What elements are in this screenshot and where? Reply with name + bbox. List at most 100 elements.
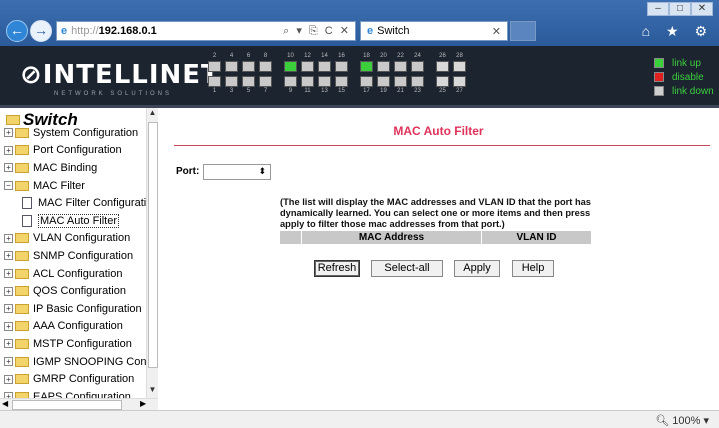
title-divider bbox=[174, 145, 710, 146]
expand-icon[interactable]: + bbox=[4, 233, 13, 243]
port-icon[interactable] bbox=[259, 61, 272, 72]
port-icon[interactable] bbox=[394, 61, 407, 72]
intellinet-logo: ⊘INTELLINET bbox=[20, 60, 220, 90]
new-tab-button[interactable] bbox=[510, 21, 536, 41]
expand-icon[interactable]: + bbox=[4, 163, 13, 173]
scroll-right-icon[interactable]: ▶ bbox=[140, 399, 146, 408]
port-icon[interactable] bbox=[242, 76, 255, 87]
port-icon[interactable] bbox=[360, 76, 373, 87]
scroll-down-icon[interactable]: ▼ bbox=[147, 385, 158, 398]
expand-icon[interactable]: + bbox=[4, 357, 13, 367]
port-icon[interactable] bbox=[394, 76, 407, 87]
tree-item[interactable]: + MSTP Configuration bbox=[4, 335, 157, 353]
port-icon[interactable] bbox=[335, 76, 348, 87]
tree-item[interactable]: + IGMP SNOOPING Config bbox=[4, 353, 157, 371]
port-icon[interactable] bbox=[318, 76, 331, 87]
tree-item[interactable]: + AAA Configuration bbox=[4, 318, 157, 336]
tree-item[interactable]: + QOS Configuration bbox=[4, 282, 157, 300]
address-tools[interactable]: ⌕ ▾ ⎘ C ✕ bbox=[283, 24, 351, 38]
tree-item[interactable]: MAC Filter Configuratio bbox=[4, 194, 157, 212]
tree-item[interactable]: + Port Configuration bbox=[4, 142, 157, 160]
ie-icon: e bbox=[61, 25, 68, 37]
forward-button[interactable]: → bbox=[30, 20, 52, 42]
port-number: 10 bbox=[287, 53, 294, 59]
back-button[interactable]: ← bbox=[6, 20, 28, 42]
tree-item[interactable]: + ACL Configuration bbox=[4, 265, 157, 283]
refresh-button[interactable]: Refresh bbox=[314, 260, 360, 277]
tree-horizontal-scrollbar[interactable]: ◀ ▶ bbox=[0, 398, 158, 410]
collapse-icon[interactable]: − bbox=[4, 181, 13, 191]
scroll-up-icon[interactable]: ▲ bbox=[147, 108, 158, 121]
port-icon[interactable] bbox=[242, 61, 255, 72]
select-all-button[interactable]: Select-all bbox=[371, 260, 443, 277]
scroll-left-icon[interactable]: ◀ bbox=[2, 399, 8, 408]
zoom-control[interactable]: 🔍︎ 100% ▾ bbox=[655, 414, 709, 427]
expand-icon[interactable]: + bbox=[4, 374, 13, 384]
tree-vertical-scrollbar[interactable]: ▲ ▼ bbox=[146, 108, 158, 398]
tree-item[interactable]: MAC Auto Filter bbox=[4, 212, 157, 230]
tree-item[interactable]: + SNMP Configuration bbox=[4, 247, 157, 265]
port-icon[interactable] bbox=[360, 61, 373, 72]
vlan-id-header: VLAN ID bbox=[516, 232, 557, 243]
folder-icon bbox=[15, 233, 29, 244]
port-icon[interactable] bbox=[335, 61, 348, 72]
port-number: 6 bbox=[246, 53, 251, 59]
port-number: 26 bbox=[439, 53, 446, 59]
expand-icon[interactable]: + bbox=[4, 251, 13, 261]
apply-button[interactable]: Apply bbox=[454, 260, 500, 277]
tree-item[interactable]: + IP Basic Configuration bbox=[4, 300, 157, 318]
port-label: Port: bbox=[176, 166, 200, 177]
port-icon[interactable] bbox=[377, 76, 390, 87]
expand-icon[interactable]: + bbox=[4, 304, 13, 314]
tree-item[interactable]: + System Configuration bbox=[4, 124, 157, 142]
expand-icon[interactable]: + bbox=[4, 145, 13, 155]
port-icon[interactable] bbox=[301, 61, 314, 72]
tree-item-label: Port Configuration bbox=[33, 144, 122, 157]
maximize-button[interactable]: □ bbox=[669, 2, 691, 16]
port-icon[interactable] bbox=[318, 61, 331, 72]
port-number: 12 bbox=[304, 53, 311, 59]
address-bar[interactable]: e http:// 192.168.0.1 ⌕ ▾ ⎘ C ✕ bbox=[56, 21, 356, 41]
port-icon[interactable] bbox=[453, 76, 466, 87]
port-icon[interactable] bbox=[411, 61, 424, 72]
port-icon[interactable] bbox=[225, 76, 238, 87]
tree-item[interactable]: − MAC Filter bbox=[4, 177, 157, 195]
switch-header: ⊘INTELLINET NETWORK SOLUTIONS 2 1 4 3 6 5 8 7 10… bbox=[0, 46, 719, 108]
expand-icon[interactable]: + bbox=[4, 339, 13, 349]
expand-icon[interactable]: + bbox=[4, 321, 13, 331]
port-number: 14 bbox=[321, 53, 328, 59]
scroll-thumb[interactable] bbox=[148, 122, 158, 368]
expand-icon[interactable]: + bbox=[4, 286, 13, 296]
expand-icon[interactable]: + bbox=[4, 269, 13, 279]
port-icon[interactable] bbox=[208, 61, 221, 72]
port-icon[interactable] bbox=[208, 76, 221, 87]
port-icon[interactable] bbox=[436, 61, 449, 72]
tree-item-label: MAC Binding bbox=[33, 161, 98, 174]
close-window-button[interactable]: ✕ bbox=[691, 2, 713, 16]
browser-chrome: – □ ✕ ← → e http:// 192.168.0.1 ⌕ ▾ ⎘ C … bbox=[0, 0, 719, 46]
select-arrows-icon: ⬍ bbox=[258, 166, 266, 176]
port-icon[interactable] bbox=[259, 76, 272, 87]
minimize-button[interactable]: – bbox=[647, 2, 669, 16]
port-icon[interactable] bbox=[411, 76, 424, 87]
hscroll-thumb[interactable] bbox=[12, 400, 122, 410]
toolbar-icons[interactable]: ⌂ ★ ⚙ bbox=[642, 23, 713, 40]
zoom-dropdown-icon: ▾ bbox=[703, 415, 709, 427]
browser-tab[interactable]: e Switch ✕ bbox=[360, 21, 508, 41]
port-icon[interactable] bbox=[301, 76, 314, 87]
help-button[interactable]: Help bbox=[512, 260, 554, 277]
port-icon[interactable] bbox=[284, 76, 297, 87]
port-icon[interactable] bbox=[453, 61, 466, 72]
tab-close-icon[interactable]: ✕ bbox=[492, 25, 501, 38]
tree-item[interactable]: + MAC Binding bbox=[4, 159, 157, 177]
legend-item: disable bbox=[654, 70, 714, 84]
tree-item[interactable]: + VLAN Configuration bbox=[4, 230, 157, 248]
tree-item[interactable]: + GMRP Configuration bbox=[4, 370, 157, 388]
port-icon[interactable] bbox=[377, 61, 390, 72]
port-icon[interactable] bbox=[225, 61, 238, 72]
port-select[interactable]: ⬍ bbox=[203, 164, 271, 180]
port-icon[interactable] bbox=[284, 61, 297, 72]
port-icon[interactable] bbox=[436, 76, 449, 87]
expand-icon[interactable]: + bbox=[4, 128, 13, 138]
logo-tagline: NETWORK SOLUTIONS bbox=[54, 91, 173, 97]
